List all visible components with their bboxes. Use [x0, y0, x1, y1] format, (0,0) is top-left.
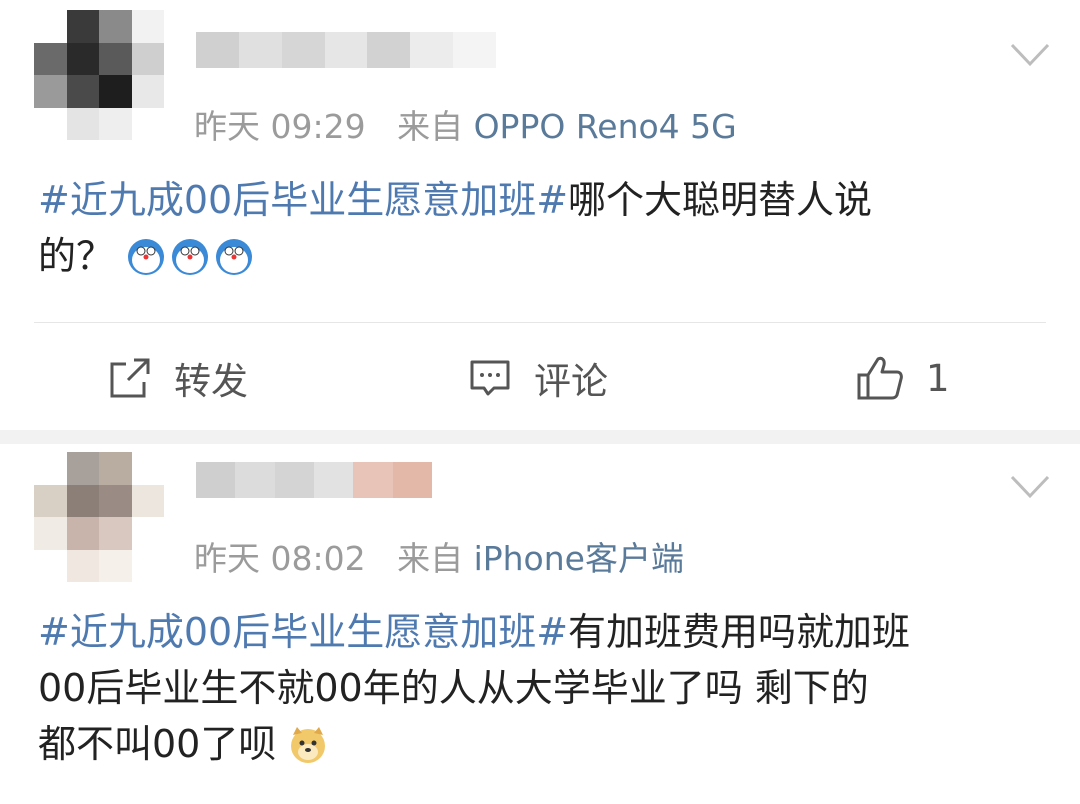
action-bar: 转发 评论 1 [0, 340, 1080, 416]
chevron-down-icon[interactable] [1010, 474, 1050, 500]
post-content: #近九成00后毕业生愿意加班#哪个大聪明替人说 的？ [38, 172, 1048, 284]
post-text: 哪个大聪明替人说 [568, 178, 873, 222]
post-time: 昨天 08:02 [194, 539, 366, 578]
post-card[interactable]: 昨天 09:29 来自 OPPO Reno4 5G #近九成00后毕业生愿意加班… [0, 0, 1080, 430]
hashtag-link[interactable]: #近九成00后毕业生愿意加班# [38, 610, 568, 654]
doge-emoji [291, 727, 326, 763]
post-text: 有加班费用吗就加班 [568, 610, 911, 654]
username-blurred[interactable] [196, 32, 497, 68]
post-meta: 昨天 08:02 来自 iPhone客户端 [194, 532, 684, 580]
chevron-down-icon[interactable] [1010, 42, 1050, 68]
avatar[interactable] [34, 10, 164, 140]
post-source[interactable]: iPhone客户端 [474, 539, 684, 578]
comment-button[interactable]: 评论 [468, 340, 608, 416]
source-prefix: 来自 [397, 539, 464, 578]
like-count: 1 [926, 356, 950, 400]
like-button[interactable]: 1 [856, 340, 950, 416]
post-time: 昨天 09:29 [194, 107, 366, 146]
share-icon [110, 358, 150, 398]
doraemon-emoji [128, 239, 165, 275]
repost-button[interactable]: 转发 [108, 340, 248, 416]
post-card[interactable]: 昨天 08:02 来自 iPhone客户端 #近九成00后毕业生愿意加班#有加班… [0, 444, 1080, 804]
thumbs-up-icon [857, 356, 903, 400]
source-prefix: 来自 [397, 107, 464, 146]
post-text: 的？ [38, 234, 115, 278]
post-text: 00后毕业生不就00年的人从大学毕业了吗 剩下的 [38, 666, 869, 710]
post-content: #近九成00后毕业生愿意加班#有加班费用吗就加班 00后毕业生不就00年的人从大… [38, 604, 1048, 772]
doraemon-emoji [172, 239, 209, 275]
post-separator [0, 430, 1080, 444]
post-text: 都不叫00了呗 [38, 722, 277, 766]
doraemon-emoji [216, 239, 253, 275]
hashtag-link[interactable]: #近九成00后毕业生愿意加班# [38, 178, 568, 222]
post-source[interactable]: OPPO Reno4 5G [474, 107, 737, 146]
username-blurred[interactable] [196, 462, 432, 498]
avatar[interactable] [34, 452, 164, 582]
repost-label: 转发 [174, 360, 248, 403]
comment-label: 评论 [534, 360, 608, 403]
post-meta: 昨天 09:29 来自 OPPO Reno4 5G [194, 100, 737, 148]
divider [34, 322, 1046, 323]
comment-icon [470, 360, 510, 396]
